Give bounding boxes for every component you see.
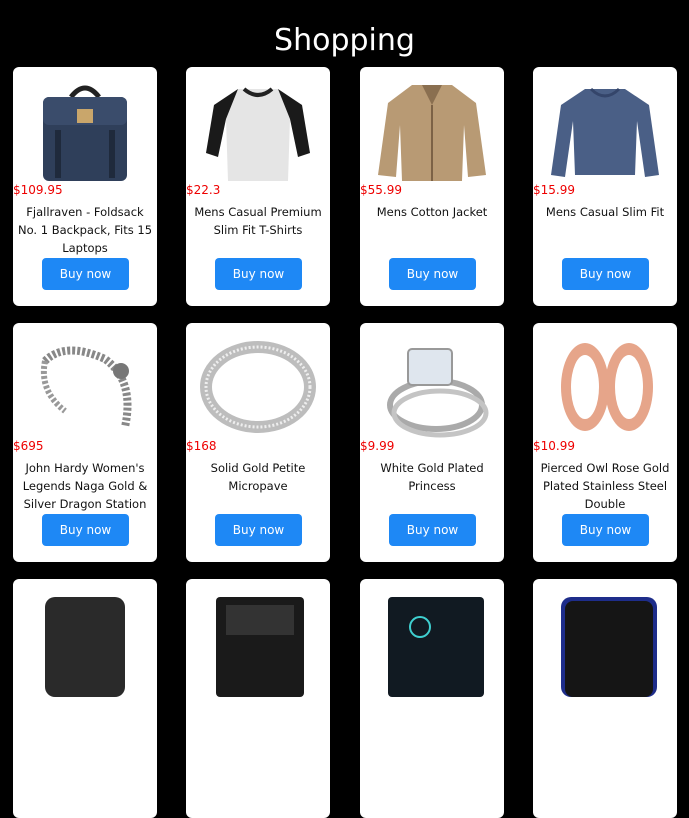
product-price: $22.3 — [186, 183, 221, 197]
product-name: Solid Gold Petite Micropave — [210, 461, 306, 493]
buy-now-button[interactable]: Buy now — [389, 514, 476, 546]
product-price: $10.99 — [533, 439, 575, 453]
bracelet-icon — [13, 331, 157, 443]
product-card[interactable] — [533, 579, 677, 818]
product-name: Mens Casual Premium Slim Fit T-Shirts — [194, 205, 322, 237]
ring-set-icon — [360, 331, 504, 443]
product-price: $9.99 — [360, 439, 395, 453]
buy-now-button[interactable]: Buy now — [562, 258, 649, 290]
product-card[interactable]: $168 Solid Gold Petite Micropave Buy now — [186, 323, 330, 562]
buy-now-button[interactable]: Buy now — [389, 258, 476, 290]
product-card[interactable] — [186, 579, 330, 818]
backpack-icon — [13, 75, 157, 187]
product-name: Pierced Owl Rose Gold Plated Stainless S… — [540, 461, 670, 511]
hard-drive-icon — [533, 587, 677, 699]
product-price: $168 — [186, 439, 217, 453]
jacket-icon — [360, 75, 504, 187]
product-price: $695 — [13, 439, 44, 453]
product-price: $15.99 — [533, 183, 575, 197]
buy-now-button[interactable]: Buy now — [562, 514, 649, 546]
hard-drive-icon — [13, 587, 157, 699]
ssd-icon — [186, 587, 330, 699]
tshirt-icon — [186, 75, 330, 187]
buy-now-button[interactable]: Buy now — [215, 258, 302, 290]
product-card[interactable] — [360, 579, 504, 818]
buy-now-button[interactable]: Buy now — [42, 514, 129, 546]
product-card[interactable] — [13, 579, 157, 818]
ssd-icon — [360, 587, 504, 699]
product-card[interactable]: $15.99 Mens Casual Slim Fit Buy now — [533, 67, 677, 306]
sweater-icon — [533, 75, 677, 187]
product-name: Mens Cotton Jacket — [376, 205, 488, 219]
product-card[interactable]: $9.99 White Gold Plated Princess Buy now — [360, 323, 504, 562]
product-card[interactable]: $22.3 Mens Casual Premium Slim Fit T-Shi… — [186, 67, 330, 306]
product-card[interactable]: $10.99 Pierced Owl Rose Gold Plated Stai… — [533, 323, 677, 562]
product-price: $55.99 — [360, 183, 402, 197]
plugs-icon — [533, 331, 677, 443]
product-card[interactable]: $55.99 Mens Cotton Jacket Buy now — [360, 67, 504, 306]
page-title: Shopping — [274, 23, 415, 59]
buy-now-button[interactable]: Buy now — [215, 514, 302, 546]
product-name: Fjallraven - Foldsack No. 1 Backpack, Fi… — [17, 205, 153, 255]
product-price: $109.95 — [13, 183, 63, 197]
product-name: White Gold Plated Princess — [380, 461, 484, 493]
ring-icon — [186, 331, 330, 443]
product-card[interactable]: $109.95 Fjallraven - Foldsack No. 1 Back… — [13, 67, 157, 306]
product-name: John Hardy Women's Legends Naga Gold & S… — [22, 461, 148, 511]
product-card[interactable]: $695 John Hardy Women's Legends Naga Gol… — [13, 323, 157, 562]
buy-now-button[interactable]: Buy now — [42, 258, 129, 290]
product-name: Mens Casual Slim Fit — [545, 205, 665, 219]
